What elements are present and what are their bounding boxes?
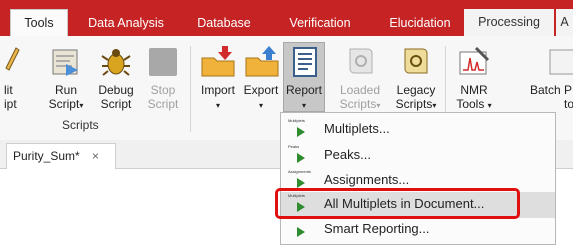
run-script-label-2: Script xyxy=(48,97,80,111)
menu-item-label: Multiplets... xyxy=(324,121,390,136)
run-script-button[interactable]: Run Script▾ xyxy=(42,44,90,116)
menu-item-multiplets[interactable]: Multiplets Multiplets... xyxy=(281,117,555,143)
nmr-tools-label-2: Tools xyxy=(456,97,485,111)
play-icon xyxy=(297,153,305,163)
scripts-group-label: Scripts xyxy=(62,118,99,132)
legacy-scripts-label-2: Scripts xyxy=(395,97,433,111)
import-caret: ▾ xyxy=(215,101,220,110)
split-script-button[interactable]: lit ipt xyxy=(0,44,24,116)
report-icon xyxy=(293,47,317,77)
menu-item-label: Assignments... xyxy=(324,172,410,187)
loaded-scripts-label-1: Loaded xyxy=(339,83,381,97)
nmr-tools-caret: ▾ xyxy=(487,101,492,110)
run-script-icon xyxy=(52,49,78,76)
report-button[interactable]: Report ▾ xyxy=(283,42,325,112)
menu-item-icon-caption: Multiplets xyxy=(288,118,305,123)
batch-button[interactable]: Batch Pto xyxy=(524,44,573,116)
tab-elucidation[interactable]: Elucidation xyxy=(376,10,464,36)
play-icon xyxy=(297,178,305,188)
debug-script-label-1: Debug xyxy=(98,83,134,97)
report-caret: ▾ xyxy=(301,101,306,110)
tab-database[interactable]: Database xyxy=(184,10,264,36)
menu-item-label: Smart Reporting... xyxy=(324,221,430,236)
tab-next[interactable]: A xyxy=(556,9,573,36)
bug-icon xyxy=(101,49,131,76)
legacy-scripts-label-1: Legacy xyxy=(396,83,436,97)
close-icon[interactable]: × xyxy=(92,144,99,168)
debug-script-label-2: Script xyxy=(100,97,132,111)
export-button[interactable]: Export ▾ xyxy=(240,44,282,116)
split-script-label-1: lit xyxy=(4,83,13,97)
loaded-scripts-icon xyxy=(349,48,373,74)
legacy-scripts-caret: ▾ xyxy=(432,101,437,110)
tab-processing[interactable]: Processing xyxy=(464,9,554,36)
legacy-scripts-icon xyxy=(404,48,428,74)
menu-item-smart-reporting[interactable]: Smart Reporting... xyxy=(281,217,555,243)
ribbon-separator xyxy=(190,46,191,132)
batch-icon xyxy=(549,49,573,75)
nmr-tools-icon xyxy=(459,46,490,75)
loaded-scripts-label-2: Scripts xyxy=(339,97,377,111)
stop-script-label-2: Script xyxy=(147,97,179,111)
report-menu: Multiplets Multiplets... Peaks Peaks... … xyxy=(280,112,556,245)
nmr-tools-button[interactable]: NMR Tools ▾ xyxy=(450,44,498,116)
batch-label-1: Batch P xyxy=(530,83,573,97)
loaded-scripts-caret: ▾ xyxy=(376,101,381,110)
ribbon-tab-bar: Tools Data Analysis Database Verificatio… xyxy=(0,0,573,36)
report-label: Report xyxy=(285,83,323,97)
highlight-annotation-box xyxy=(275,188,520,219)
run-script-label-1: Run xyxy=(54,83,77,97)
menu-item-peaks[interactable]: Peaks Peaks... xyxy=(281,143,555,169)
import-folder-icon xyxy=(201,46,235,77)
tab-tools[interactable]: Tools xyxy=(10,9,68,36)
pencil-icon xyxy=(5,47,20,71)
play-icon xyxy=(297,227,305,237)
debug-script-button[interactable]: Debug Script xyxy=(93,44,139,116)
tab-data-analysis[interactable]: Data Analysis xyxy=(76,10,176,36)
menu-item-icon-caption: Peaks xyxy=(288,144,300,149)
stop-script-label-1: Stop xyxy=(150,83,176,97)
split-script-label-2: ipt xyxy=(4,97,17,111)
export-label: Export xyxy=(243,83,279,97)
batch-label-2: to xyxy=(564,97,573,111)
export-folder-icon xyxy=(245,46,279,77)
document-tab-label: Purity_Sum* xyxy=(13,149,80,163)
stop-script-button[interactable]: Stop Script xyxy=(141,44,185,116)
tab-verification[interactable]: Verification xyxy=(272,10,368,36)
menu-item-icon-caption: Assignments xyxy=(288,169,311,174)
play-icon xyxy=(297,127,305,137)
legacy-scripts-button[interactable]: Legacy Scripts▾ xyxy=(390,44,442,116)
stop-icon xyxy=(149,48,177,76)
import-label: Import xyxy=(200,83,235,97)
loaded-scripts-button[interactable]: Loaded Scripts▾ xyxy=(334,44,386,116)
run-script-caret: ▾ xyxy=(79,101,84,110)
export-caret: ▾ xyxy=(258,101,263,110)
import-button[interactable]: Import ▾ xyxy=(196,44,240,116)
nmr-tools-label-1: NMR xyxy=(460,83,488,97)
menu-item-label: Peaks... xyxy=(324,147,371,162)
document-tab-purity-sum[interactable]: Purity_Sum* × xyxy=(6,143,116,169)
